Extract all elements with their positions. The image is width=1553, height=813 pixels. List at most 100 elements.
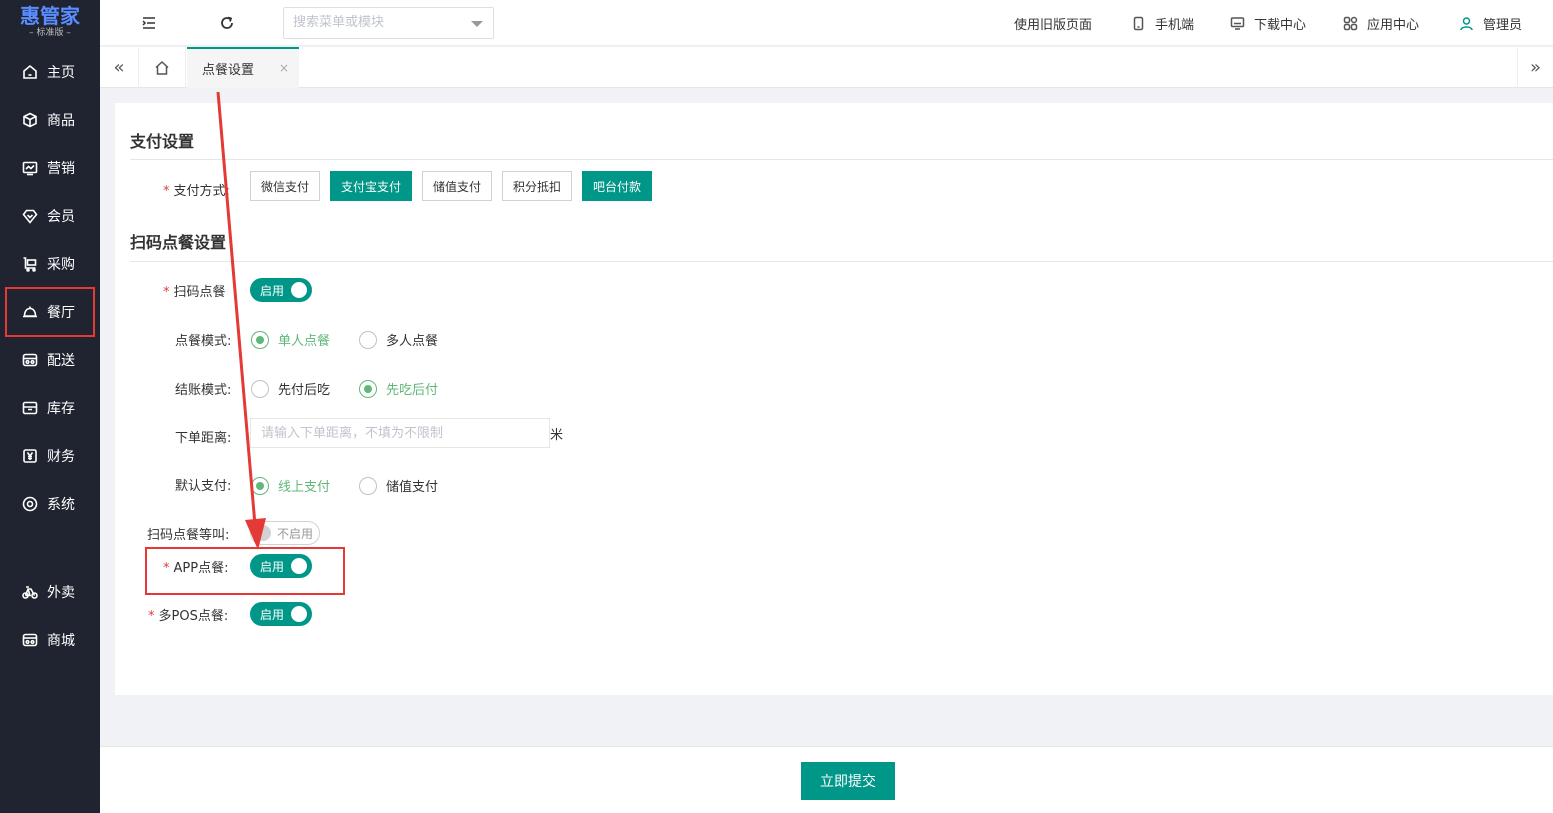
radio-dot bbox=[251, 476, 269, 495]
download-center-label: 下载中心 bbox=[1254, 17, 1307, 33]
mobile-label: 手机端 bbox=[1155, 17, 1195, 33]
tab-home[interactable] bbox=[139, 47, 186, 88]
bike-icon bbox=[22, 586, 38, 599]
logo-edition: – 标准版 – bbox=[29, 28, 71, 38]
target-icon bbox=[22, 496, 38, 512]
sidebar-item-delivery[interactable]: 配送 bbox=[0, 338, 100, 382]
radio-pay-first[interactable]: 先付后吃 bbox=[251, 379, 330, 398]
sidebar-item-takeout[interactable]: 外卖 bbox=[0, 570, 100, 614]
user-icon bbox=[1460, 16, 1473, 30]
top-bar: 搜索菜单或模块 使用旧版页面 手机端 下载中心 应用中心 管理员 bbox=[100, 0, 1553, 46]
tabs-scroll-right-button[interactable]: » bbox=[1517, 47, 1553, 88]
bell-icon bbox=[23, 306, 37, 318]
radio-stored-value-pay[interactable]: 储值支付 bbox=[359, 476, 438, 495]
old-page-link[interactable]: 使用旧版页面 bbox=[1014, 0, 1092, 46]
yen-icon bbox=[23, 449, 37, 463]
switch-knob bbox=[291, 282, 307, 298]
sidebar: 惠管家 – 标准版 – 主页 商品 营销 会员 采购 餐厅 配送 库存 财务 系… bbox=[0, 0, 100, 813]
pay-alipay-button[interactable]: 支付宝支付 bbox=[330, 171, 412, 201]
form-footer: 立即提交 bbox=[100, 746, 1553, 813]
menu-search-select[interactable]: 搜索菜单或模块 bbox=[283, 7, 494, 39]
radio-dot bbox=[359, 379, 377, 398]
sidebar-item-label: 财务 bbox=[47, 449, 75, 465]
archive-icon bbox=[22, 401, 38, 415]
order-mode-label: 点餐模式: bbox=[175, 334, 232, 349]
delivery-icon bbox=[22, 353, 38, 367]
sidebar-item-inventory[interactable]: 库存 bbox=[0, 386, 100, 430]
radio-multi-order[interactable]: 多人点餐 bbox=[359, 330, 438, 349]
sidebar-item-label: 系统 bbox=[47, 497, 75, 513]
scan-order-switch[interactable]: 启用 bbox=[250, 278, 312, 302]
radio-dot bbox=[251, 379, 269, 398]
sidebar-item-marketing[interactable]: 营销 bbox=[0, 146, 100, 190]
switch-label: 不启用 bbox=[277, 526, 314, 541]
menu-fold-icon[interactable] bbox=[140, 14, 158, 32]
sidebar-item-label: 商城 bbox=[47, 633, 75, 649]
tabs-scroll-left-button[interactable]: « bbox=[100, 47, 139, 88]
multi-pos-label: * 多POS点餐: bbox=[148, 609, 229, 624]
sidebar-item-products[interactable]: 商品 bbox=[0, 98, 100, 142]
download-center-link[interactable]: 下载中心 bbox=[1230, 0, 1306, 46]
logo: 惠管家 – 标准版 – bbox=[0, 0, 100, 46]
multi-pos-switch[interactable]: 启用 bbox=[250, 602, 312, 626]
sidebar-item-label: 主页 bbox=[47, 65, 75, 81]
checkout-mode-label: 结账模式: bbox=[175, 383, 232, 398]
payment-section-title: 支付设置 bbox=[130, 132, 195, 151]
sidebar-item-label: 餐厅 bbox=[47, 305, 75, 321]
annotation-highlight-box bbox=[145, 547, 345, 595]
old-page-label: 使用旧版页面 bbox=[1014, 17, 1093, 33]
switch-knob bbox=[255, 525, 271, 541]
pay-points-button[interactable]: 积分抵扣 bbox=[502, 171, 572, 201]
cart-icon bbox=[23, 257, 37, 272]
sidebar-item-label: 外卖 bbox=[47, 585, 75, 601]
sidebar-item-label: 营销 bbox=[47, 161, 75, 177]
scan-section-title: 扫码点餐设置 bbox=[130, 233, 227, 252]
monitor-icon bbox=[1230, 16, 1245, 30]
user-name: 管理员 bbox=[1483, 17, 1523, 33]
radio-dot bbox=[251, 330, 269, 349]
caret-down-icon bbox=[471, 21, 483, 27]
mobile-link[interactable]: 手机端 bbox=[1131, 0, 1194, 46]
sidebar-item-restaurant[interactable]: 餐厅 bbox=[5, 287, 95, 337]
pay-wechat-button[interactable]: 微信支付 bbox=[250, 171, 320, 201]
tab-order-settings[interactable]: 点餐设置 × bbox=[187, 47, 299, 88]
switch-knob bbox=[291, 606, 307, 622]
pay-counter-button[interactable]: 吧台付款 bbox=[582, 171, 652, 201]
settings-form: 支付设置 * 支付方式: 微信支付 支付宝支付 储值支付 积分抵扣 吧台付款 扫码… bbox=[115, 103, 1553, 695]
radio-eat-first[interactable]: 先吃后付 bbox=[359, 379, 438, 398]
sidebar-item-purchase[interactable]: 采购 bbox=[0, 242, 100, 286]
pay-stored-value-button[interactable]: 储值支付 bbox=[422, 171, 492, 201]
distance-unit: 米 bbox=[550, 428, 564, 443]
submit-button[interactable]: 立即提交 bbox=[801, 762, 895, 800]
sidebar-item-system[interactable]: 系统 bbox=[0, 482, 100, 526]
tab-label: 点餐设置 bbox=[202, 63, 255, 78]
sidebar-item-label: 库存 bbox=[47, 401, 75, 417]
refresh-icon[interactable] bbox=[218, 14, 236, 32]
sidebar-item-mall[interactable]: 商城 bbox=[0, 618, 100, 662]
sidebar-item-finance[interactable]: 财务 bbox=[0, 434, 100, 478]
user-menu[interactable]: 管理员 bbox=[1459, 0, 1522, 46]
close-icon[interactable]: × bbox=[279, 61, 289, 75]
sidebar-item-label: 商品 bbox=[47, 113, 75, 129]
tabs-bar: « 点餐设置 × » bbox=[100, 47, 1553, 88]
switch-label: 启用 bbox=[260, 283, 285, 298]
apps-grid-icon bbox=[1343, 16, 1358, 30]
radio-single-order[interactable]: 单人点餐 bbox=[251, 330, 330, 349]
search-placeholder: 搜索菜单或模块 bbox=[293, 15, 385, 30]
sidebar-item-members[interactable]: 会员 bbox=[0, 194, 100, 238]
distance-input[interactable] bbox=[250, 418, 550, 448]
scan-call-switch[interactable]: 不启用 bbox=[250, 521, 320, 545]
mobile-icon bbox=[1133, 16, 1144, 30]
sidebar-item-label: 会员 bbox=[47, 209, 75, 225]
scan-call-label: 扫码点餐等叫: bbox=[147, 528, 230, 543]
payment-method-label: * 支付方式: bbox=[163, 184, 230, 199]
sidebar-item-label: 配送 bbox=[47, 353, 75, 369]
distance-label: 下单距离: bbox=[175, 431, 232, 446]
scan-order-label: * 扫码点餐 bbox=[163, 285, 226, 300]
radio-dot bbox=[359, 330, 377, 349]
home-icon bbox=[23, 64, 37, 79]
app-center-link[interactable]: 应用中心 bbox=[1343, 0, 1419, 46]
radio-online-pay[interactable]: 线上支付 bbox=[251, 476, 330, 495]
sidebar-item-label: 采购 bbox=[47, 257, 75, 273]
sidebar-item-home[interactable]: 主页 bbox=[0, 50, 100, 94]
